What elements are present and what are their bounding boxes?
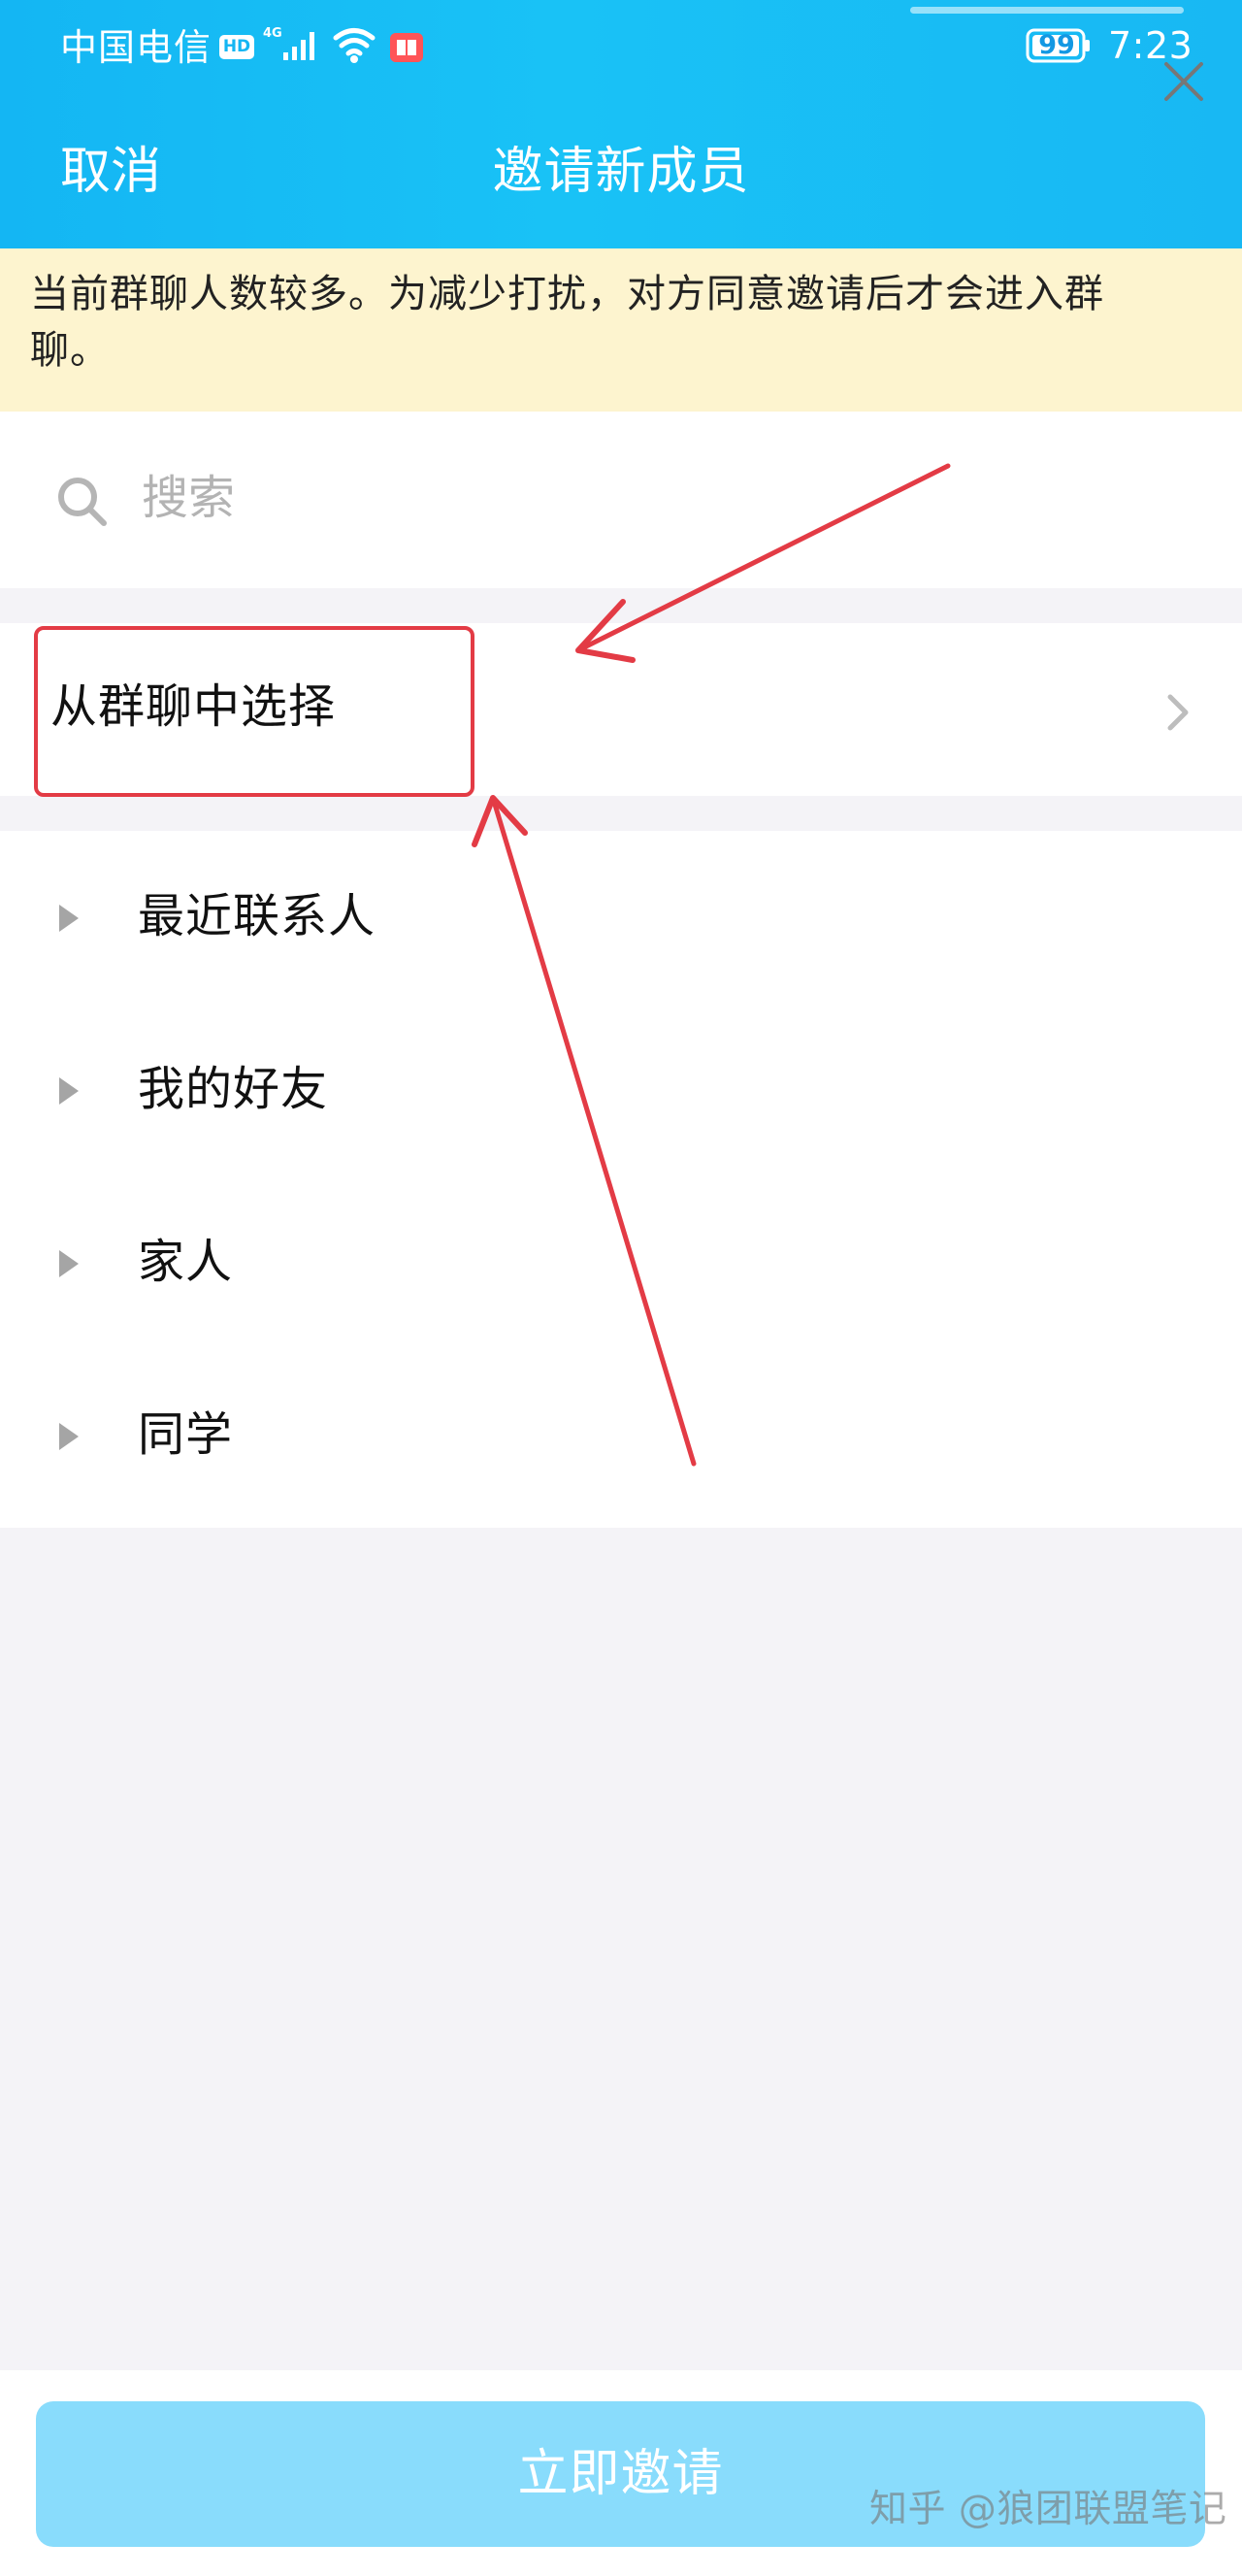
status-bar: 中国电信 HD 4G 99 7:23 (0, 17, 1242, 78)
contact-group-label: 最近联系人 (138, 889, 376, 943)
select-from-group-chat-label: 从群聊中选择 (50, 679, 337, 734)
invite-notice-banner: 当前群聊人数较多。为减少打扰，对方同意邀请后才会进入群聊。 (0, 248, 1242, 412)
svg-text:4G: 4G (263, 26, 282, 41)
top-pill-indicator (910, 7, 1184, 14)
reading-notification-icon (390, 33, 423, 62)
battery-level: 99 (1038, 30, 1075, 60)
contact-group-family[interactable]: 家人 (0, 1176, 1242, 1349)
chevron-right-icon (1167, 694, 1189, 731)
invite-new-members-screen: 中国电信 HD 4G 99 7:23 取消 邀请新成员 当前群聊人数较多。为减少… (0, 0, 1242, 2576)
invite-notice-text: 当前群聊人数较多。为减少打扰，对方同意邀请后才会进入群聊。 (30, 272, 1104, 373)
contact-group-recent[interactable]: 最近联系人 (0, 831, 1242, 1004)
search-bar[interactable]: 搜索 (0, 412, 1242, 588)
select-from-group-chat-row[interactable]: 从群聊中选择 (0, 623, 1242, 796)
hd-badge: HD (219, 35, 254, 59)
search-input[interactable]: 搜索 (142, 467, 235, 529)
contact-groups-list: 最近联系人 我的好友 家人 同学 (0, 831, 1242, 1528)
triangle-right-icon (59, 1077, 79, 1105)
page-title: 邀请新成员 (492, 143, 750, 201)
contact-group-label: 同学 (138, 1407, 234, 1462)
contact-group-friends[interactable]: 我的好友 (0, 1004, 1242, 1176)
contact-group-label: 家人 (138, 1235, 234, 1289)
contact-group-classmates[interactable]: 同学 (0, 1349, 1242, 1522)
search-icon (58, 478, 107, 526)
wifi-icon (333, 28, 376, 63)
close-icon[interactable] (1155, 52, 1213, 111)
navigation-bar: 取消 邀请新成员 (0, 123, 1242, 220)
app-header: 中国电信 HD 4G 99 7:23 取消 邀请新成员 (0, 0, 1242, 248)
source-watermark: 知乎 @狼团联盟笔记 (869, 2488, 1227, 2531)
contact-group-label: 我的好友 (138, 1062, 329, 1116)
triangle-right-icon (59, 1250, 79, 1277)
bottom-action-area: 立即邀请 (0, 2370, 1242, 2576)
cellular-signal-icon: 4G (263, 26, 314, 60)
carrier-name: 中国电信 (60, 26, 212, 69)
triangle-right-icon (59, 1423, 79, 1450)
triangle-right-icon (59, 905, 79, 932)
